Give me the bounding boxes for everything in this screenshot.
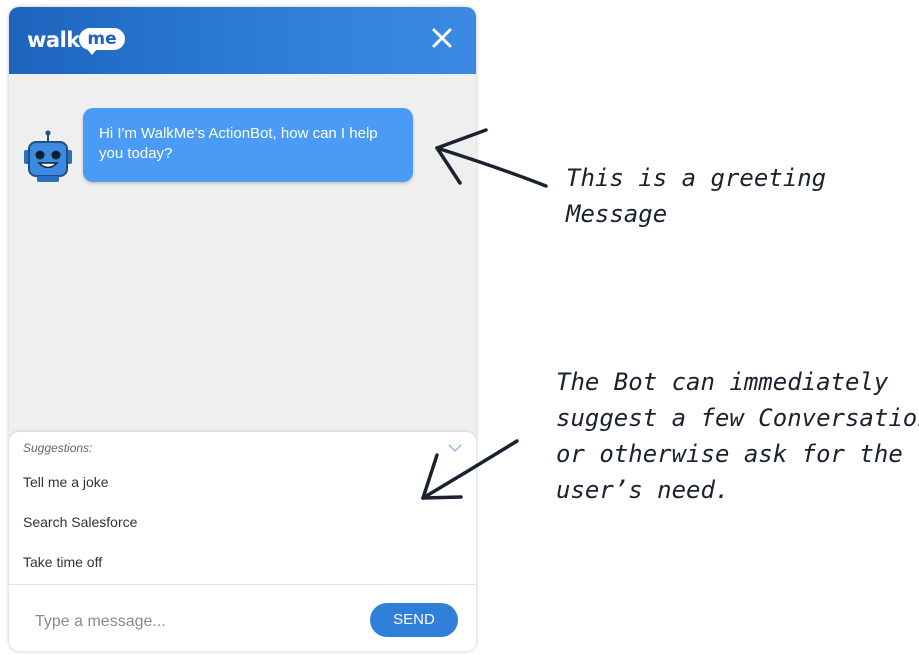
walkme-logo: walk me bbox=[23, 25, 133, 59]
message-input[interactable] bbox=[33, 609, 357, 635]
chat-header: walk me bbox=[9, 7, 476, 74]
robot-icon bbox=[22, 130, 74, 186]
greeting-annotation: This is a greeting Message bbox=[566, 164, 827, 228]
chevron-down-icon[interactable] bbox=[448, 440, 462, 453]
suggestion-tell-joke[interactable]: Tell me a joke bbox=[23, 474, 109, 490]
suggestions-annotation: The Bot can immediately suggest a few Co… bbox=[556, 368, 919, 504]
suggestions-panel: Suggestions: Tell me a joke Search Sales… bbox=[9, 432, 476, 584]
chat-widget: walk me Hi I'm WalkMe's ActionBot, how c… bbox=[9, 7, 476, 651]
suggestion-take-time-off[interactable]: Take time off bbox=[23, 554, 102, 570]
greeting-message: Hi I'm WalkMe's ActionBot, how can I hel… bbox=[83, 108, 413, 182]
logo-text: walk bbox=[27, 28, 80, 52]
message-composer: SEND bbox=[9, 584, 476, 651]
suggestion-search-salesforce[interactable]: Search Salesforce bbox=[23, 514, 137, 530]
send-button[interactable]: SEND bbox=[370, 603, 458, 637]
logo-badge: me bbox=[79, 28, 125, 55]
close-icon[interactable] bbox=[430, 26, 454, 50]
suggestions-title: Suggestions: bbox=[23, 441, 93, 455]
